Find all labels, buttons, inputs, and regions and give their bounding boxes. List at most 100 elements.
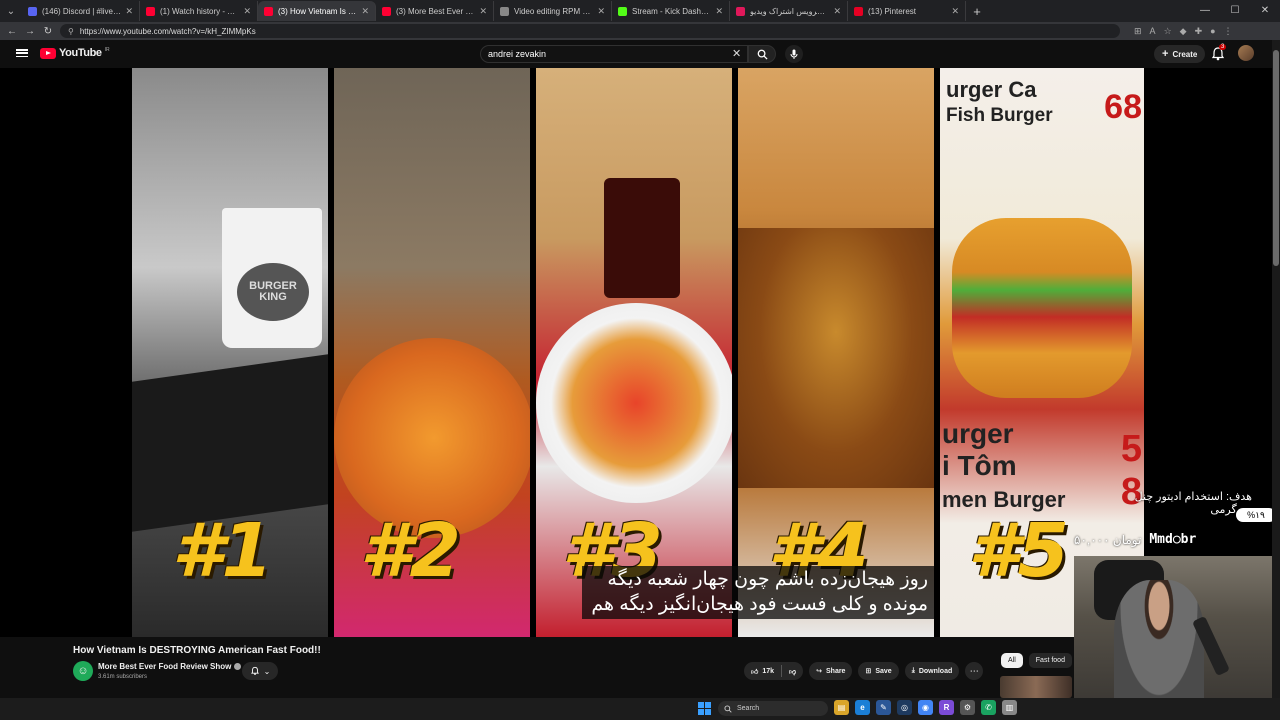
tab-title: Video editing RPM estimate	[514, 6, 594, 16]
donation-amount: ۵۰,۰۰۰ تومان	[1074, 532, 1142, 547]
video-actions: 👍︎ 17k 👎︎ ↪ Share ⊞ Save ⤓ Download ⋯	[744, 662, 984, 680]
file-explorer-icon[interactable]: ▤	[834, 700, 849, 715]
steam-icon[interactable]: ◎	[897, 700, 912, 715]
editor-app-icon[interactable]: ✎	[876, 700, 891, 715]
channel-name-row[interactable]: More Best Ever Food Review Show	[98, 662, 242, 671]
messenger-app-icon[interactable]: ✆	[981, 700, 996, 715]
burger-king-logo-text: BURGER KING	[249, 280, 297, 303]
noodle-burger-image	[952, 218, 1132, 398]
youtube-wordmark: YouTube	[59, 47, 102, 59]
subscription-bell-button[interactable]: ⌄	[242, 662, 278, 680]
more-actions-icon[interactable]: ⋯	[965, 662, 984, 680]
related-video-thumbnail[interactable]	[1000, 676, 1072, 698]
chrome-menu-icon[interactable]: ⋮	[1224, 26, 1233, 37]
youtube-logo[interactable]: YouTube IR	[40, 47, 110, 59]
thumbs-down-icon: 👎︎	[789, 668, 797, 676]
tab-close-icon[interactable]: ✕	[125, 6, 133, 17]
url-field[interactable]: ⚲ https://www.youtube.com/watch?v=/kH_ZI…	[60, 24, 1120, 38]
settings-gear-icon[interactable]: ⚙	[960, 700, 975, 715]
search-button[interactable]	[748, 45, 776, 63]
microphone-icon	[790, 49, 798, 59]
tab-close-icon[interactable]: ✕	[243, 6, 251, 17]
streamer-webcam	[1074, 556, 1272, 708]
tab-favicon-icon	[618, 6, 627, 16]
minimize-button[interactable]: —	[1190, 0, 1220, 22]
site-info-icon[interactable]: ⚲	[68, 27, 74, 36]
tab-close-icon[interactable]: ✕	[479, 6, 487, 17]
edge-browser-icon[interactable]: e	[855, 700, 870, 715]
tab-close-icon[interactable]: ✕	[715, 6, 723, 17]
windows-start-icon[interactable]	[698, 702, 711, 715]
menu-price-top: 68	[1104, 88, 1142, 126]
forward-icon[interactable]: →	[24, 26, 36, 37]
download-button[interactable]: ⤓ Download	[904, 662, 960, 680]
address-bar-row: ← → ↻ ⚲ https://www.youtube.com/watch?v=…	[0, 22, 1280, 40]
channel-avatar[interactable]: ☺	[73, 661, 93, 681]
tab-title: (146) Discord | #live-shodam | br	[42, 6, 121, 16]
browser-tab[interactable]: آپارات - سرویس اشتراک ویدیو ✕	[730, 1, 848, 21]
tab-favicon-icon	[736, 6, 745, 16]
verified-badge-icon	[234, 663, 242, 670]
menu-sign-top-title: urger Ca	[946, 77, 1037, 102]
browser-tab[interactable]: (13) Pinterest ✕	[848, 1, 966, 21]
browser-tab[interactable]: Video editing RPM estimate✕	[494, 1, 612, 21]
page-scrollbar-thumb[interactable]	[1273, 50, 1279, 266]
browser-tab[interactable]: (3) How Vietnam Is DESTROYING ✕	[258, 1, 376, 21]
puzzle-icon[interactable]: ✚	[1195, 26, 1203, 37]
profile-icon[interactable]: ●	[1210, 26, 1215, 37]
save-button[interactable]: ⊞ Save	[858, 662, 899, 680]
burger-king-logo: BURGER KING	[237, 263, 309, 321]
browser-tab[interactable]: (146) Discord | #live-shodam | br ✕	[22, 1, 140, 21]
chrome-icon[interactable]: ◉	[918, 700, 933, 715]
taskbar-search[interactable]: Search	[718, 701, 828, 716]
fried-chicken-image	[738, 228, 934, 488]
close-window-button[interactable]: ✕	[1250, 0, 1280, 22]
menu-sign-bottom-1: urger	[942, 418, 1014, 449]
voice-search-button[interactable]	[785, 45, 803, 63]
search-query: andrei zevakin	[488, 49, 547, 59]
notepad-icon[interactable]: ▥	[1002, 700, 1017, 715]
browser-tab[interactable]: (1) Watch history - YouTube✕	[140, 1, 258, 21]
back-icon[interactable]: ←	[6, 26, 18, 37]
tab-close-icon[interactable]: ✕	[833, 6, 841, 17]
taskbar-search-icon	[724, 704, 732, 713]
related-chips: All Fast food	[1001, 653, 1072, 668]
tab-favicon-icon	[854, 6, 863, 16]
rank-label-2: #2	[360, 508, 461, 594]
share-label: Share	[826, 667, 846, 675]
video-player[interactable]: BURGER KING urger Ca Fish Burger 68 urge…	[0, 68, 1272, 637]
install-icon[interactable]: ⊞	[1134, 26, 1142, 37]
create-button[interactable]: + Create	[1154, 45, 1206, 63]
browser-tab[interactable]: (3) More Best Ever Food Review ✕	[376, 1, 494, 21]
guide-menu-icon[interactable]	[16, 47, 28, 59]
like-button[interactable]: 👍︎ 17k	[744, 662, 781, 680]
tab-favicon-icon	[500, 6, 509, 16]
account-avatar[interactable]	[1238, 45, 1254, 61]
menu-sign-top: urger Ca Fish Burger	[940, 77, 1053, 127]
bookmark-star-icon[interactable]: ☆	[1164, 26, 1172, 37]
new-tab-button[interactable]: +	[966, 4, 988, 19]
download-icon: ⤓	[911, 667, 915, 674]
search-input[interactable]: andrei zevakin	[480, 45, 748, 63]
browser-tab[interactable]: Stream - Kick Dashboard ✕	[612, 1, 730, 21]
menu-sign-bottom: urger i Tôm men Burger	[942, 418, 1065, 515]
tab-close-icon[interactable]: ✕	[951, 6, 959, 17]
taskbar-apps: ▤ e ✎ ◎ ◉ R ⚙ ✆ ▥	[834, 700, 1017, 715]
share-button[interactable]: ↪ Share	[809, 662, 853, 680]
translate-icon[interactable]: A	[1150, 26, 1156, 37]
stream-goal-percent: %۱۹	[1236, 508, 1276, 522]
rank-label-1: #1	[172, 508, 273, 594]
window-controls: — ☐ ✕	[1190, 0, 1280, 22]
tab-close-icon[interactable]: ✕	[361, 6, 369, 17]
extension-icon[interactable]: ◆	[1180, 26, 1187, 37]
tab-favicon-icon	[146, 6, 155, 16]
tab-close-icon[interactable]: ✕	[597, 6, 605, 17]
dislike-button[interactable]: 👎︎	[782, 662, 803, 680]
clear-search-icon[interactable]: ✕	[732, 45, 741, 63]
tab-search-icon[interactable]: ⌄	[0, 0, 22, 22]
chip-fast-food[interactable]: Fast food	[1028, 653, 1072, 668]
chip-all[interactable]: All	[1001, 653, 1023, 668]
reload-icon[interactable]: ↻	[42, 26, 54, 37]
r-app-icon[interactable]: R	[939, 700, 954, 715]
maximize-button[interactable]: ☐	[1220, 0, 1250, 22]
